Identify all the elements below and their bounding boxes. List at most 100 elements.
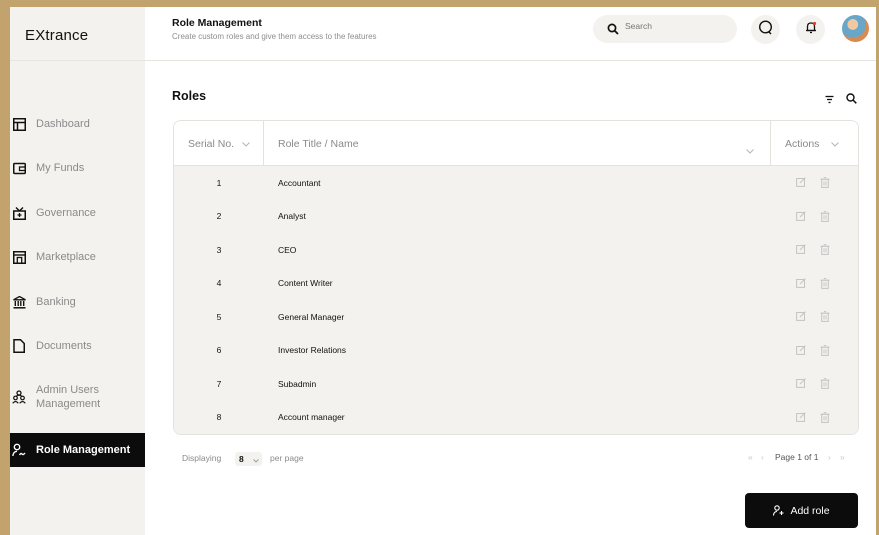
sidebar-item-admin-users[interactable]: Admin Users Management: [10, 383, 145, 411]
role-name-cell: Account manager: [278, 412, 345, 422]
page-subtitle: Create custom roles and give them access…: [172, 32, 377, 41]
sidebar-item-label: Admin Users Management: [36, 384, 101, 410]
serial-cell: 1: [216, 177, 222, 188]
trash-icon[interactable]: [820, 344, 830, 358]
per-page-select[interactable]: 8: [235, 452, 262, 466]
bell-icon: [805, 21, 817, 39]
table-row: 4 Content Writer: [174, 267, 858, 300]
role-name-cell: General Manager: [278, 311, 345, 322]
table-row: 5 General Manager: [174, 300, 858, 333]
trash-icon[interactable]: [820, 210, 830, 224]
search-icon: [607, 22, 619, 40]
role-name-cell: Subadmin: [278, 378, 317, 389]
edit-icon[interactable]: [796, 244, 806, 256]
chevron-down-icon: [831, 138, 840, 150]
column-divider: [263, 121, 264, 166]
table-row: 8 Account manager: [174, 401, 858, 434]
avatar[interactable]: [842, 15, 869, 42]
app-logo: EXtrance: [25, 27, 89, 44]
prev-page-icon[interactable]: ‹: [761, 452, 764, 462]
sidebar-item-label: Governance: [36, 207, 96, 219]
sidebar-item-documents[interactable]: Documents: [10, 339, 145, 353]
edit-icon[interactable]: [796, 177, 806, 189]
role-name-cell: Accountant: [278, 177, 321, 188]
chat-icon: [758, 19, 773, 40]
column-header-role-title[interactable]: Role Title / Name: [278, 121, 359, 166]
search-input[interactable]: [625, 21, 725, 31]
trash-icon[interactable]: [820, 244, 830, 257]
sidebar: EXtrance Dashboard My Funds Governance M…: [10, 7, 145, 535]
sidebar-item-dashboard[interactable]: Dashboard: [10, 117, 145, 131]
table-header: Serial No. Role Title / Name Actions: [174, 121, 858, 166]
section-title: Roles: [172, 89, 207, 103]
sidebar-item-label: Role Management: [36, 444, 131, 456]
edit-icon[interactable]: [796, 210, 806, 223]
governance-icon: [12, 206, 26, 220]
roles-table: Serial No. Role Title / Name Actions 1 Ac…: [173, 120, 859, 435]
filter-icon[interactable]: [825, 91, 834, 109]
role-name-cell: Investor Relations: [278, 345, 347, 355]
column-divider: [770, 121, 771, 166]
serial-cell: 6: [216, 345, 222, 355]
serial-cell: 5: [216, 311, 222, 322]
table-search-icon[interactable]: [846, 91, 857, 109]
header-divider: [10, 60, 876, 61]
table-row: 2 Analyst: [174, 200, 858, 233]
table-row: 3 CEO: [174, 233, 858, 266]
role-name-cell: CEO: [278, 244, 297, 255]
sidebar-item-marketplace[interactable]: Marketplace: [10, 250, 145, 264]
users-icon: [12, 390, 26, 404]
bank-icon: [12, 295, 26, 309]
search-bar[interactable]: [593, 15, 737, 43]
column-header-actions[interactable]: Actions: [785, 121, 840, 166]
app-frame: EXtrance Dashboard My Funds Governance M…: [10, 7, 876, 535]
sidebar-item-label: Marketplace: [36, 251, 96, 263]
sidebar-item-label: My Funds: [36, 162, 85, 174]
role-name-cell: Analyst: [278, 211, 306, 221]
chevron-down-icon[interactable]: [746, 141, 754, 159]
chevron-down-icon: [253, 455, 259, 465]
last-page-icon[interactable]: »: [840, 452, 845, 462]
per-page-label: per page: [270, 453, 304, 463]
trash-icon[interactable]: [820, 177, 830, 190]
trash-icon[interactable]: [820, 277, 830, 291]
sidebar-item-banking[interactable]: Banking: [10, 295, 145, 309]
role-icon: [12, 443, 26, 457]
sidebar-item-governance[interactable]: Governance: [10, 206, 145, 220]
column-header-serial[interactable]: Serial No.: [188, 121, 250, 166]
table-body: 1 Accountant 2 Analyst 3 CEO 4 Content Writer 5 G…: [174, 166, 858, 434]
edit-icon[interactable]: [796, 411, 806, 424]
sidebar-item-label: Documents: [36, 340, 92, 352]
next-page-icon[interactable]: ›: [828, 452, 831, 462]
edit-icon[interactable]: [796, 277, 806, 290]
trash-icon[interactable]: [820, 311, 830, 324]
add-user-icon: [773, 505, 784, 516]
sidebar-item-role-management[interactable]: Role Management: [10, 433, 145, 467]
table-row: 7 Subadmin: [174, 367, 858, 400]
notifications-button[interactable]: [796, 15, 825, 44]
edit-icon[interactable]: [796, 378, 806, 390]
dashboard-icon: [12, 117, 26, 131]
serial-cell: 7: [216, 378, 222, 389]
displaying-label: Displaying: [182, 453, 222, 463]
edit-icon[interactable]: [796, 344, 806, 357]
role-name-cell: Content Writer: [278, 278, 333, 288]
edit-icon[interactable]: [796, 311, 806, 323]
table-row: 6 Investor Relations: [174, 334, 858, 367]
page-title: Role Management: [172, 17, 262, 29]
page-indicator: Page 1 of 1: [775, 452, 819, 462]
trash-icon[interactable]: [820, 411, 830, 425]
first-page-icon[interactable]: «: [748, 452, 753, 462]
chat-button[interactable]: [751, 15, 780, 44]
serial-cell: 4: [216, 278, 222, 288]
serial-cell: 8: [216, 412, 222, 422]
sidebar-item-my-funds[interactable]: My Funds: [10, 161, 145, 175]
store-icon: [12, 250, 26, 264]
trash-icon[interactable]: [820, 378, 830, 391]
wallet-icon: [12, 161, 26, 175]
document-icon: [12, 339, 26, 353]
sidebar-item-label: Banking: [36, 296, 76, 308]
add-role-button[interactable]: Add role: [745, 493, 858, 528]
table-row: 1 Accountant: [174, 166, 858, 199]
serial-cell: 2: [216, 211, 222, 221]
